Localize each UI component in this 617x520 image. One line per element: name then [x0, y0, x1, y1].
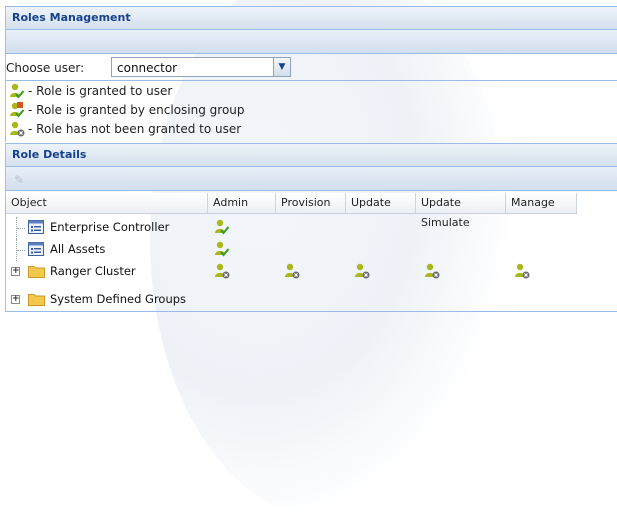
- table-row[interactable]: All Assets: [6, 239, 606, 261]
- legend-granted-text: - Role is granted to user: [28, 84, 173, 98]
- column-header-provision[interactable]: Provision: [276, 193, 346, 213]
- expand-plus-icon[interactable]: +: [11, 295, 20, 304]
- role-not-granted-icon: [355, 263, 370, 279]
- role-details-toolbar: ✎: [6, 167, 617, 191]
- user-select-value: connector: [117, 61, 178, 75]
- roles-management-title: Roles Management: [6, 6, 617, 30]
- user-select[interactable]: connector ▼: [111, 57, 291, 77]
- legend-not-granted-text: - Role has not been granted to user: [28, 122, 242, 136]
- table-row[interactable]: Enterprise Controller: [6, 217, 606, 239]
- controller-icon: [28, 220, 44, 234]
- table-row[interactable]: + Ranger Cluster: [6, 261, 606, 283]
- row-label[interactable]: Ranger Cluster: [50, 264, 136, 278]
- roles-management-toolbar: [6, 30, 617, 54]
- role-granted-icon: [215, 241, 230, 257]
- choose-user-label: Choose user:: [6, 61, 85, 75]
- role-details-title: Role Details: [6, 143, 617, 167]
- legend-granted-by-group-text: - Role is granted by enclosing group: [28, 103, 245, 117]
- grid-header: Object Admin Provision Update Update Sim…: [6, 193, 577, 229]
- role-granted-by-group-icon: [10, 102, 25, 118]
- role-details-panel: Role Details ✎ Object Admin Provision Up…: [5, 143, 617, 312]
- role-not-granted-icon: [10, 121, 25, 137]
- row-label[interactable]: Enterprise Controller: [50, 220, 169, 234]
- row-label[interactable]: All Assets: [50, 242, 105, 256]
- role-granted-icon: [215, 219, 230, 235]
- folder-icon: [28, 294, 45, 306]
- column-header-manage[interactable]: Manage: [506, 193, 577, 213]
- tree-connector: [16, 217, 26, 239]
- column-header-admin[interactable]: Admin: [208, 193, 276, 213]
- column-header-object[interactable]: Object: [6, 193, 208, 213]
- table-row[interactable]: + System Defined Groups: [6, 289, 606, 311]
- controller-icon: [28, 242, 44, 256]
- choose-user-row: Choose user: connector ▼: [6, 57, 617, 79]
- role-not-granted-icon: [215, 263, 230, 279]
- column-header-update[interactable]: Update: [346, 193, 416, 213]
- folder-icon: [28, 266, 45, 278]
- role-not-granted-icon: [425, 263, 440, 279]
- roles-management-panel: Roles Management Choose user: connector …: [5, 6, 617, 142]
- divider: [6, 80, 617, 81]
- expand-plus-icon[interactable]: +: [11, 267, 20, 276]
- pencil-icon[interactable]: ✎: [14, 173, 24, 187]
- role-granted-icon: [10, 83, 25, 99]
- row-label[interactable]: System Defined Groups: [50, 292, 186, 306]
- role-not-granted-icon: [285, 263, 300, 279]
- role-not-granted-icon: [515, 263, 530, 279]
- tree-connector: [16, 239, 26, 261]
- column-header-update-simulate[interactable]: Update Simulate: [416, 193, 506, 229]
- chevron-down-icon[interactable]: ▼: [273, 58, 290, 76]
